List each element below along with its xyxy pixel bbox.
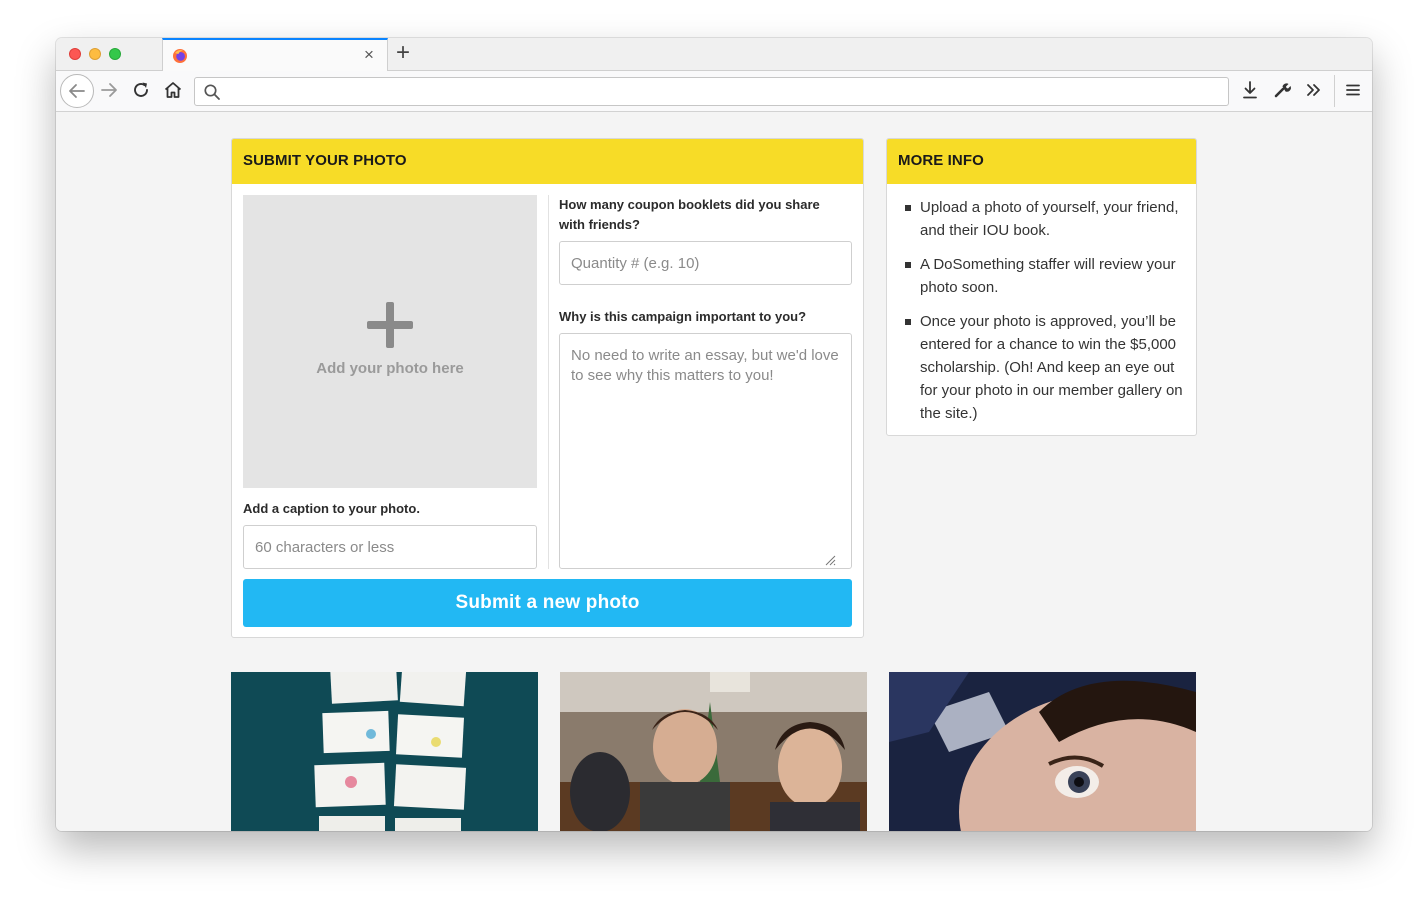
coupon-cards-photo	[231, 672, 538, 831]
search-icon	[204, 84, 220, 100]
info-item-text: A DoSomething staffer will review your p…	[920, 256, 1176, 296]
caption-input[interactable]	[243, 525, 537, 569]
close-window-button[interactable]	[69, 48, 81, 60]
plus-icon	[367, 302, 413, 348]
submit-photo-button[interactable]: Submit a new photo	[243, 579, 852, 627]
url-input[interactable]	[227, 81, 1217, 103]
more-info-card: MORE INFO Upload a photo of yourself, yo…	[886, 138, 1197, 436]
page-content: SUBMIT YOUR PHOTO Add your photo here Ad…	[56, 112, 1372, 831]
tab-active[interactable]: ×	[162, 38, 388, 72]
minimize-window-button[interactable]	[89, 48, 101, 60]
gallery-photo-two-boys[interactable]	[560, 672, 867, 831]
more-info-list: Upload a photo of yourself, your friend,…	[887, 184, 1196, 425]
back-arrow-icon	[69, 84, 85, 98]
photo-dropzone-label: Add your photo here	[316, 360, 464, 377]
address-bar[interactable]	[194, 77, 1229, 106]
more-info-heading: MORE INFO	[887, 139, 1196, 184]
tab-strip: × +	[56, 38, 1372, 72]
zoom-window-button[interactable]	[109, 48, 121, 60]
back-button[interactable]	[60, 74, 94, 108]
hamburger-menu-icon[interactable]	[1341, 78, 1365, 102]
tab-close-icon[interactable]: ×	[359, 45, 379, 65]
overflow-chevrons-icon[interactable]	[1302, 78, 1326, 102]
why-label: Why is this campaign important to you?	[559, 309, 807, 324]
gallery-photo-coupons[interactable]	[231, 672, 538, 831]
navigation-toolbar	[56, 71, 1372, 112]
quantity-label: How many coupon booklets did you share w…	[559, 197, 820, 232]
gallery-photo-selfie[interactable]	[889, 672, 1196, 831]
selfie-photo	[889, 672, 1196, 831]
two-boys-photo	[560, 672, 867, 831]
firefox-logo-icon	[173, 49, 187, 63]
bullet-icon	[905, 319, 911, 325]
wrench-icon[interactable]	[1270, 78, 1294, 102]
resize-grip-icon[interactable]	[824, 554, 836, 566]
why-important-textarea[interactable]	[559, 333, 852, 569]
new-tab-button[interactable]: +	[392, 41, 414, 66]
bullet-icon	[905, 205, 911, 211]
list-item: Once your photo is approved, you’ll be e…	[905, 310, 1185, 425]
info-item-text: Upload a photo of yourself, your friend,…	[920, 199, 1179, 239]
browser-window: × + SUBMIT YOUR PHOTO Add your photo her…	[56, 38, 1372, 831]
download-icon[interactable]	[1238, 78, 1262, 102]
photo-upload-dropzone[interactable]: Add your photo here	[243, 195, 537, 488]
submit-photo-card: SUBMIT YOUR PHOTO Add your photo here Ad…	[231, 138, 864, 638]
submit-photo-heading: SUBMIT YOUR PHOTO	[232, 139, 863, 184]
bullet-icon	[905, 262, 911, 268]
list-item: A DoSomething staffer will review your p…	[905, 253, 1185, 299]
forward-arrow-icon[interactable]	[97, 78, 121, 102]
list-item: Upload a photo of yourself, your friend,…	[905, 196, 1185, 242]
home-icon[interactable]	[161, 78, 185, 102]
reload-icon[interactable]	[129, 78, 153, 102]
caption-label: Add a caption to your photo.	[243, 501, 420, 516]
toolbar-separator	[1334, 75, 1335, 107]
quantity-input[interactable]	[559, 241, 852, 285]
info-item-text: Once your photo is approved, you’ll be e…	[920, 313, 1183, 422]
column-divider	[548, 195, 549, 569]
